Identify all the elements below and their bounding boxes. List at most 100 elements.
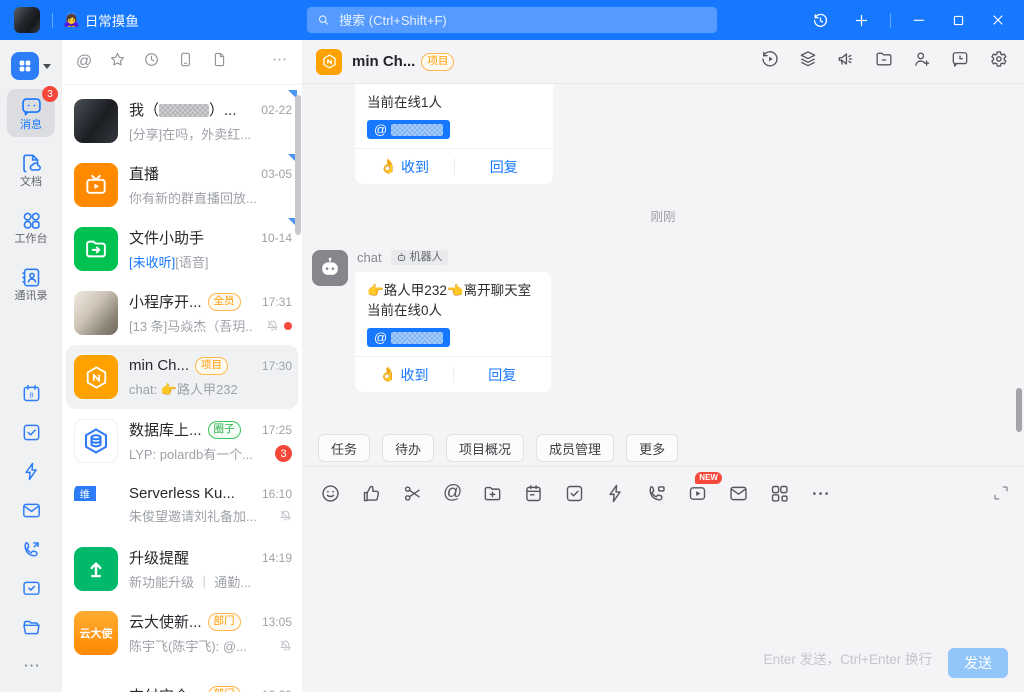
folder-arrow-icon: [83, 236, 109, 262]
mobile-icon[interactable]: [177, 51, 194, 73]
composer-toolbar: @ NEW: [320, 474, 1010, 512]
mention-chip[interactable]: @: [367, 328, 450, 347]
applets-icon[interactable]: [769, 483, 790, 504]
tab-tasks[interactable]: 任务: [318, 434, 370, 462]
sidebar-item-contacts[interactable]: 通讯录: [7, 260, 55, 308]
robot-avatar[interactable]: [312, 250, 348, 286]
conversation-item[interactable]: 升级提醒 14:19 新功能升级 ｜ 通勤...: [66, 537, 298, 601]
file-icon[interactable]: [211, 51, 228, 73]
tab-more[interactable]: 更多: [626, 434, 678, 462]
conversation-title: 小程序开...: [129, 291, 202, 312]
conversation-preview: chat: 👉路人甲232: [129, 379, 292, 398]
reply-button[interactable]: 回复: [454, 357, 552, 392]
sidebar-item-docs[interactable]: 文档: [7, 146, 55, 194]
drive-folder-icon[interactable]: [21, 617, 42, 643]
settings-icon[interactable]: [988, 49, 1008, 74]
chat-avatar[interactable]: [316, 49, 342, 75]
chat-header: min Ch... 项目: [302, 40, 1024, 84]
history-filter-icon[interactable]: [143, 51, 160, 73]
mail-icon[interactable]: [21, 500, 42, 526]
titlebar-divider: [52, 13, 53, 28]
flash-icon[interactable]: [21, 461, 42, 487]
conversation-preview: 陈宇飞(陈宇飞): @...: [129, 636, 273, 655]
maximize-button[interactable]: [951, 13, 966, 28]
sidebar-item-label: 工作台: [15, 234, 48, 245]
mail-icon[interactable]: [728, 483, 749, 504]
search-input[interactable]: [337, 12, 707, 29]
like-icon[interactable]: [361, 483, 382, 504]
folder-icon[interactable]: [874, 49, 894, 74]
file-send-icon[interactable]: [482, 483, 503, 504]
conversation-item[interactable]: 直播 03-05 你有新的群直播回放...: [66, 153, 298, 217]
tab-todo[interactable]: 待办: [382, 434, 434, 462]
plus-icon[interactable]: [853, 12, 870, 29]
conversation-time: 03-05: [255, 167, 292, 181]
rail-more-icon[interactable]: [22, 656, 41, 680]
robot-badge: 机器人: [391, 250, 448, 265]
search-icon: [317, 13, 330, 27]
announcement-icon[interactable]: [836, 49, 856, 74]
phone-icon[interactable]: [21, 539, 42, 565]
schedule-icon[interactable]: [523, 483, 544, 504]
message-text: 👉路人甲232👈离开聊天室: [367, 281, 539, 301]
workspace-name: 日常摸鱼: [85, 10, 139, 30]
conversation-item-selected[interactable]: min Ch... 项目 17:30 chat: 👉路人甲232: [66, 345, 298, 409]
conversation-item[interactable]: 支付宝合... 部门 12:29: [66, 665, 298, 692]
hexagon-database-icon: [81, 426, 111, 456]
toolbar-more-icon[interactable]: [810, 483, 831, 504]
todo-icon[interactable]: [564, 483, 585, 504]
search-box[interactable]: [307, 7, 717, 33]
tab-project-overview[interactable]: 项目概况: [446, 434, 524, 462]
screenshot-icon[interactable]: [402, 483, 423, 504]
app-switcher[interactable]: [11, 52, 51, 80]
layers-icon[interactable]: [798, 49, 818, 74]
window-controls-divider: [890, 13, 891, 28]
todo-check-icon[interactable]: [21, 422, 42, 448]
doc-icon: [20, 152, 43, 175]
calendar-icon[interactable]: 8: [21, 383, 42, 409]
chat-list-scrollbar[interactable]: [295, 95, 301, 235]
send-button[interactable]: 发送: [948, 648, 1008, 678]
sidebar-item-workbench[interactable]: 工作台: [7, 203, 55, 251]
conversation-title: 数据库上...: [129, 419, 202, 440]
tab-member-management[interactable]: 成员管理: [536, 434, 614, 462]
flash-icon[interactable]: [605, 483, 626, 504]
minimize-button[interactable]: [911, 12, 927, 28]
message-input[interactable]: [302, 513, 1024, 650]
receive-button[interactable]: 👌收到: [355, 357, 453, 392]
add-member-icon[interactable]: [912, 49, 932, 74]
conversation-time: 10-14: [255, 231, 292, 245]
close-button[interactable]: [990, 12, 1006, 28]
chat-list-more-icon[interactable]: [271, 51, 288, 73]
sender-name[interactable]: chat: [357, 250, 382, 265]
mention-chip[interactable]: @: [367, 120, 450, 139]
chevron-down-icon: [43, 64, 51, 69]
conversation-item[interactable]: 小程序开... 全员 17:31 [13 条]马焱杰（吾玥..: [66, 281, 298, 345]
conversation-item[interactable]: 数据库上... 圈子 17:25 LYP: polardb有一个... 3: [66, 409, 298, 473]
video-icon[interactable]: NEW: [687, 483, 708, 504]
mention-filter-icon[interactable]: @: [76, 54, 92, 70]
workspace-title[interactable]: 🙇‍♀️ 日常摸鱼: [63, 10, 139, 30]
conversation-title: 云大使新...: [129, 611, 202, 632]
emoji-icon[interactable]: [320, 483, 341, 504]
reply-button[interactable]: 回复: [455, 149, 554, 184]
conversation-item[interactable]: 云大使 云大使新... 部门 13:05 陈宇飞(陈宇飞): @...: [66, 601, 298, 665]
expand-icon[interactable]: [992, 484, 1010, 502]
message-scrollbar[interactable]: [1016, 388, 1022, 432]
redacted-mention: [391, 124, 443, 136]
conversation-item[interactable]: 文件小助手 10-14 [未收听][语音]: [66, 217, 298, 281]
unread-badge: 3: [42, 86, 58, 102]
conversation-item[interactable]: 维 Serverless Ku... 16:10 朱俊望邀请刘礼备加...: [66, 473, 298, 537]
history-icon[interactable]: [812, 12, 829, 29]
receive-button[interactable]: 👌收到: [355, 149, 454, 184]
sidebar-item-messages[interactable]: 3 消息: [7, 89, 55, 137]
user-avatar[interactable]: [14, 7, 40, 33]
chat-record-icon[interactable]: [950, 49, 970, 74]
star-filter-icon[interactable]: [109, 51, 126, 73]
app-grid-icon: [11, 52, 39, 80]
call-icon[interactable]: [646, 483, 667, 504]
chat-history-icon[interactable]: [760, 49, 780, 74]
mention-icon[interactable]: @: [443, 483, 462, 502]
screen-share-icon[interactable]: [21, 578, 42, 604]
conversation-item[interactable]: 我（）... 02-22 [分享]在吗，外卖红...: [66, 89, 298, 153]
